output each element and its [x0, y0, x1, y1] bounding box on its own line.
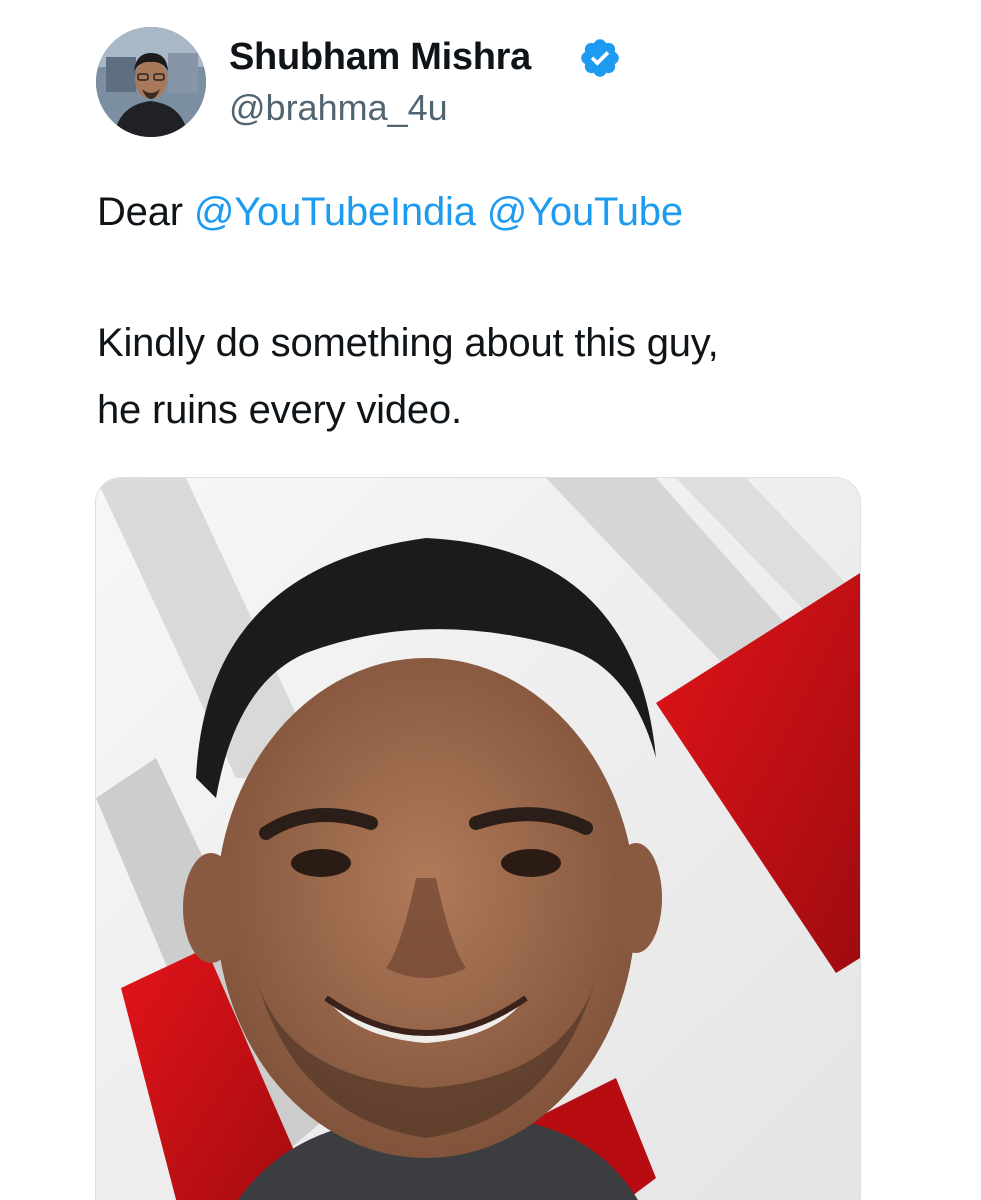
tweet: Shubham Mishra @brahma_4u Dear @YouTubeI…: [0, 0, 981, 1200]
verified-badge-icon: [578, 36, 622, 80]
author-handle[interactable]: @brahma_4u: [229, 86, 448, 130]
tweet-text-line-1: Dear @YouTubeIndia @YouTube: [97, 187, 683, 237]
tweet-text-line-2: Kindly do something about this guy,: [97, 321, 719, 365]
photo-of-smiling-man-icon: [96, 478, 860, 1200]
tweet-text-line-3: he ruins every video.: [97, 388, 462, 432]
author-display-name[interactable]: Shubham Mishra: [229, 34, 531, 80]
tweet-media-image[interactable]: [95, 477, 861, 1200]
greeting-text: Dear: [97, 190, 183, 234]
mention-link-youtubeindia[interactable]: @YouTubeIndia: [194, 190, 476, 234]
mention-link-youtube[interactable]: @YouTube: [487, 190, 683, 234]
author-avatar[interactable]: [96, 27, 206, 137]
avatar-photo-icon: [96, 27, 206, 137]
